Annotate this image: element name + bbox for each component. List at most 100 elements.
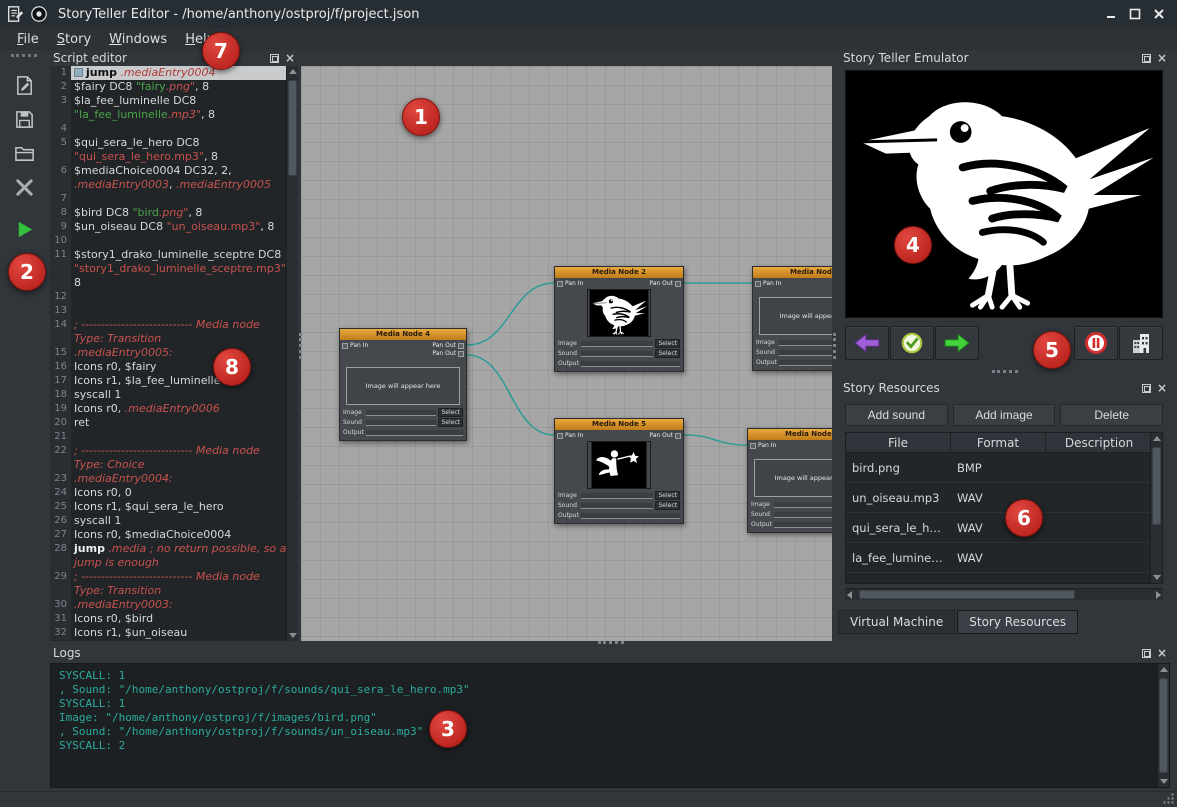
- code-line[interactable]: 3$la_fee_luminelle DC8: [50, 94, 286, 108]
- close-dock-icon[interactable]: ×: [285, 54, 295, 63]
- code-line[interactable]: 26syscall 1: [50, 514, 286, 528]
- node-title[interactable]: Media Node 5: [555, 419, 683, 430]
- close-project-button[interactable]: [6, 172, 42, 202]
- code-line[interactable]: 1jump .mediaEntry0004: [50, 66, 286, 80]
- code-line[interactable]: 17Icons r1, $la_fee_luminelle: [50, 374, 286, 388]
- next-button[interactable]: [935, 326, 979, 360]
- code-line[interactable]: 19Icons r0, .mediaEntry0006: [50, 402, 286, 416]
- tab-virtual-machine[interactable]: Virtual Machine: [838, 610, 955, 634]
- node-field[interactable]: [581, 503, 653, 509]
- pin-socket-icon[interactable]: [458, 343, 464, 349]
- code-line[interactable]: "la_fee_luminelle.mp3", 8: [50, 108, 286, 122]
- code-line[interactable]: 4: [50, 122, 286, 136]
- splitter-grip[interactable]: [992, 370, 1018, 374]
- input-pin[interactable]: Pan In: [342, 342, 368, 349]
- float-dock-icon[interactable]: [1142, 384, 1151, 393]
- code-line[interactable]: 30.mediaEntry0003:: [50, 598, 286, 612]
- node-title[interactable]: Media Node 6: [748, 429, 832, 440]
- code-line[interactable]: Type: Transition: [50, 332, 286, 346]
- float-dock-icon[interactable]: [1142, 649, 1151, 658]
- media-node[interactable]: Media Node 2Pan InPan OutImageSelectSoun…: [554, 266, 684, 372]
- output-pin[interactable]: Pan Out: [649, 280, 681, 287]
- delete-button[interactable]: Delete: [1060, 404, 1163, 426]
- pin-socket-icon[interactable]: [755, 281, 761, 287]
- scroll-up-arrow[interactable]: [289, 69, 297, 74]
- toolbar-grip[interactable]: [11, 54, 37, 58]
- new-script-button[interactable]: [6, 70, 42, 100]
- node-canvas[interactable]: Media Node 4Pan InPan OutPan OutImage wi…: [301, 66, 832, 641]
- node-field[interactable]: [581, 351, 653, 357]
- resource-row[interactable]: bird.pngBMP: [846, 453, 1152, 483]
- column-header-format[interactable]: Format: [951, 433, 1046, 452]
- code-line[interactable]: 8: [50, 276, 286, 290]
- add-sound-button[interactable]: Add sound: [845, 404, 948, 426]
- node-field[interactable]: [366, 420, 436, 426]
- input-pin[interactable]: Pan In: [755, 280, 781, 287]
- node-field[interactable]: [779, 340, 832, 346]
- node-field[interactable]: [774, 512, 832, 518]
- scrollbar-handle[interactable]: [288, 80, 297, 176]
- minimize-button[interactable]: [1099, 3, 1123, 25]
- code-line[interactable]: Type: Choice: [50, 458, 286, 472]
- node-field[interactable]: [581, 361, 680, 367]
- close-button[interactable]: [1147, 3, 1171, 25]
- code-line[interactable]: 23.mediaEntry0004:: [50, 472, 286, 486]
- float-dock-icon[interactable]: [270, 54, 279, 63]
- pin-socket-icon[interactable]: [675, 433, 681, 439]
- code-line[interactable]: 12: [50, 290, 286, 304]
- resource-row[interactable]: la_fee_lumine…WAV: [846, 543, 1152, 573]
- logs-scrollbar[interactable]: [1157, 664, 1169, 787]
- scroll-right-arrow[interactable]: [1156, 591, 1161, 599]
- tab-story-resources[interactable]: Story Resources: [957, 610, 1078, 634]
- code-line[interactable]: 27Icons r0, $mediaChoice0004: [50, 528, 286, 542]
- input-pin[interactable]: Pan In: [557, 432, 583, 439]
- code-line[interactable]: jump is enough: [50, 556, 286, 570]
- splitter-grip[interactable]: [299, 333, 303, 359]
- pin-socket-icon[interactable]: [557, 433, 563, 439]
- node-title[interactable]: Media Node 3: [753, 267, 832, 278]
- validate-button[interactable]: [890, 326, 934, 360]
- select-button[interactable]: Select: [655, 491, 680, 500]
- close-dock-icon[interactable]: ×: [1157, 384, 1167, 393]
- code-line[interactable]: 9$un_oiseau DC8 "un_oiseau.mp3", 8: [50, 220, 286, 234]
- code-line[interactable]: .mediaEntry0003, .mediaEntry0005: [50, 178, 286, 192]
- code-line[interactable]: 10: [50, 234, 286, 248]
- resource-row[interactable]: qui_sera_le_h…WAV: [846, 513, 1152, 543]
- splitter-grip[interactable]: [833, 333, 837, 359]
- scrollbar-handle[interactable]: [1152, 447, 1161, 525]
- run-button[interactable]: [6, 214, 42, 244]
- media-node[interactable]: Media Node 6Pan InImage will appear here…: [747, 428, 832, 533]
- code-line[interactable]: 28jump .media ; no return possible, so a: [50, 542, 286, 556]
- pin-socket-icon[interactable]: [342, 343, 348, 349]
- scroll-down-arrow[interactable]: [1153, 575, 1161, 580]
- code-line[interactable]: 2$fairy DC8 "fairy.png", 8: [50, 80, 286, 94]
- code-line[interactable]: "qui_sera_le_hero.mp3", 8: [50, 150, 286, 164]
- code-line[interactable]: 8$bird DC8 "bird.png", 8: [50, 206, 286, 220]
- close-dock-icon[interactable]: ×: [1157, 54, 1167, 63]
- code-line[interactable]: 20ret: [50, 416, 286, 430]
- code-line[interactable]: 24Icons r0, 0: [50, 486, 286, 500]
- scroll-down-arrow[interactable]: [1160, 779, 1168, 784]
- node-field[interactable]: [581, 493, 653, 499]
- add-image-button[interactable]: Add image: [953, 404, 1056, 426]
- code-line[interactable]: 14; ---------------------------- Media n…: [50, 318, 286, 332]
- table-hscrollbar[interactable]: [845, 588, 1163, 600]
- home-button[interactable]: [1119, 326, 1163, 360]
- output-pin[interactable]: Pan Out: [432, 350, 464, 357]
- code-line[interactable]: 31Icons r0, $bird: [50, 612, 286, 626]
- code-line[interactable]: Type: Transition: [50, 584, 286, 598]
- node-title[interactable]: Media Node 4: [340, 329, 466, 340]
- menu-story[interactable]: Story: [48, 30, 100, 49]
- media-node[interactable]: Media Node 4Pan InPan OutPan OutImage wi…: [339, 328, 467, 441]
- editor-scrollbar[interactable]: [286, 66, 298, 641]
- code-line[interactable]: 25Icons r1, $qui_sera_le_hero: [50, 500, 286, 514]
- scroll-up-arrow[interactable]: [1160, 667, 1168, 672]
- node-field[interactable]: [581, 341, 653, 347]
- media-node[interactable]: Media Node 3Pan InImage will appear here…: [752, 266, 832, 371]
- open-button[interactable]: [6, 138, 42, 168]
- float-dock-icon[interactable]: [1142, 54, 1151, 63]
- code-line[interactable]: 6$mediaChoice0004 DC32, 2,: [50, 164, 286, 178]
- code-line[interactable]: 18syscall 1: [50, 388, 286, 402]
- code-line[interactable]: 7: [50, 192, 286, 206]
- back-button[interactable]: [845, 326, 889, 360]
